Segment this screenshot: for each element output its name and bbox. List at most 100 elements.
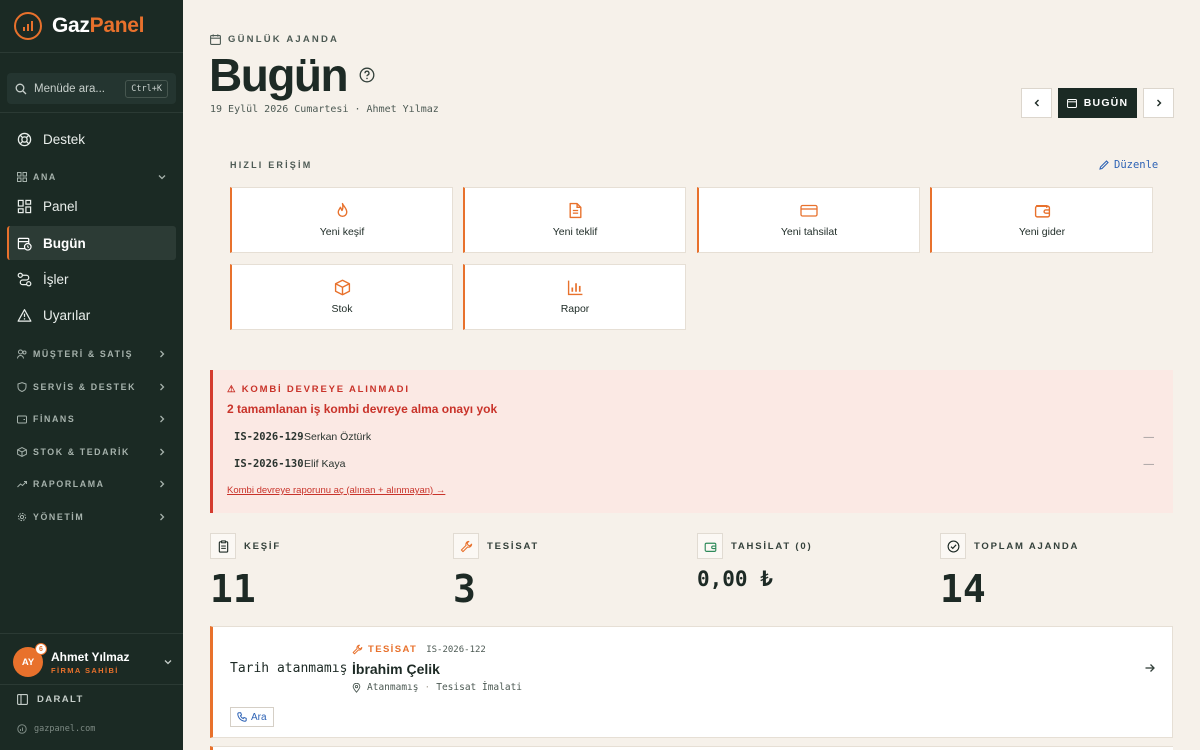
section-label: YÖNETİM [33, 512, 85, 522]
page-title-text: Bugün [209, 49, 349, 101]
row-value: — [1143, 458, 1155, 470]
job-code: IS-2026-129 [234, 431, 304, 443]
eyebrow-text: GÜNLÜK AJANDA [228, 34, 340, 45]
sidebar-section-main[interactable]: ANA [17, 172, 167, 182]
stat-total-agenda: TOPLAM AJANDA 14 [940, 533, 1079, 611]
alert-row[interactable]: IS-2026-130 Elif Kaya — [234, 458, 1154, 470]
quick-report[interactable]: Rapor [463, 264, 686, 330]
stat-label: TAHSİLAT (0) [731, 540, 813, 552]
calendar-clock-icon [17, 237, 32, 251]
edit-quick-access-link[interactable]: Düzenle [1099, 159, 1158, 171]
quick-new-quote[interactable]: Yeni teklif [463, 187, 686, 253]
previous-day-button[interactable] [1021, 88, 1052, 118]
sidebar-item-label: Panel [43, 198, 78, 214]
users-icon [17, 349, 27, 359]
stat-value: 3 [453, 567, 476, 611]
help-icon[interactable] [359, 67, 375, 83]
stat-label: KEŞİF [244, 540, 281, 552]
credit-card-icon [800, 204, 818, 217]
combi-report-link[interactable]: Kombi devreye raporunu aç (alınan + alın… [227, 485, 445, 496]
search-input[interactable]: Menüde ara... [34, 83, 118, 95]
today-button[interactable]: BUGÜN [1058, 88, 1137, 118]
avatar-initials: AY [21, 656, 35, 668]
sidebar-item-support[interactable]: Destek [7, 122, 176, 156]
quick-access-heading: HIZLI ERİŞİM [230, 160, 313, 170]
sidebar-item-alerts[interactable]: Uyarılar [7, 298, 176, 332]
sidebar: GazPanel Menüde ara... Ctrl+K Destek ANA… [0, 0, 183, 750]
wrench-icon [352, 644, 363, 655]
stat-value: 14 [940, 567, 986, 611]
edit-label: Düzenle [1114, 159, 1159, 171]
agenda-item-card-partial[interactable] [210, 746, 1173, 750]
agenda-job-id: IS-2026-122 [426, 644, 486, 655]
section-label: STOK & TEDARİK [33, 447, 131, 457]
agenda-item-card[interactable]: Tarih atanmamış TESİSAT IS-2026-122 İbra… [210, 626, 1173, 738]
sidebar-section-management[interactable]: YÖNETİM [17, 512, 167, 522]
tile-label: Yeni gider [1018, 226, 1066, 238]
user-menu[interactable]: AY 6 Ahmet Yılmaz FİRMA SAHİBİ [13, 643, 173, 677]
grid-icon [17, 172, 27, 182]
wallet-icon [17, 415, 27, 424]
main-content: GÜNLÜK AJANDA Bugün 19 Eylül 2026 Cumart… [183, 0, 1200, 750]
grid-icon [17, 199, 32, 213]
section-label: RAPORLAMA [33, 479, 105, 489]
package-icon [334, 279, 350, 296]
quick-new-collection[interactable]: Yeni tahsilat [697, 187, 920, 253]
quick-stock[interactable]: Stok [230, 264, 453, 330]
alert-message: 2 tamamlanan iş kombi devreye alma onayı… [227, 402, 498, 416]
quick-new-survey[interactable]: Yeni keşif [230, 187, 453, 253]
shield-icon [17, 382, 27, 392]
section-label: MÜŞTERİ & SATIŞ [33, 349, 134, 359]
agenda-status: Atanmamış [367, 682, 419, 693]
sidebar-divider [0, 684, 183, 685]
combi-alert-panel: ⚠ KOMBİ DEVREYE ALINMADI 2 tamamlanan iş… [210, 370, 1173, 513]
brand-name-b: Panel [89, 14, 145, 37]
sidebar-section-finance[interactable]: FİNANS [17, 414, 167, 424]
stat-installation: TESİSAT 3 [453, 533, 539, 611]
collapse-sidebar-button[interactable]: DARALT [17, 694, 84, 705]
sidebar-item-label: Bugün [43, 235, 86, 251]
sidebar-section-stock[interactable]: STOK & TEDARİK [17, 447, 167, 457]
quick-new-expense[interactable]: Yeni gider [930, 187, 1153, 253]
domain-footer: gazpanel.com [17, 724, 95, 734]
domain-text: gazpanel.com [34, 724, 96, 734]
sidebar-section-service[interactable]: SERVİS & DESTEK [17, 382, 167, 392]
chevron-down-icon [158, 175, 166, 180]
stat-collection: TAHSİLAT (0) 0,00 ₺ [697, 533, 812, 591]
calendar-icon [210, 34, 221, 45]
tile-label: Yeni keşif [319, 226, 365, 238]
arrow-right-icon [1145, 664, 1155, 672]
call-button[interactable]: Ara [230, 707, 274, 727]
sidebar-section-customers[interactable]: MÜŞTERİ & SATIŞ [17, 349, 167, 359]
chevron-right-icon [160, 383, 165, 391]
sidebar-divider [0, 112, 183, 113]
chevron-right-icon [160, 480, 165, 488]
menu-search[interactable]: Menüde ara... Ctrl+K [7, 73, 176, 104]
search-icon [15, 83, 27, 94]
agenda-meta: Atanmamış · Tesisat İmalati [352, 682, 522, 693]
open-item-button[interactable] [1144, 661, 1156, 679]
sidebar-item-jobs[interactable]: İşler [7, 262, 176, 296]
next-day-button[interactable] [1143, 88, 1174, 118]
alert-row[interactable]: IS-2026-129 Serkan Öztürk — [234, 431, 1154, 443]
stat-survey: KEŞİF 11 [210, 533, 281, 611]
bar-chart-icon [567, 280, 582, 296]
brand-name-a: Gaz [52, 14, 90, 37]
sidebar-item-panel[interactable]: Panel [7, 189, 176, 223]
brand-logo[interactable]: GazPanel [14, 12, 144, 40]
today-button-label: BUGÜN [1083, 97, 1129, 109]
sidebar-item-today[interactable]: Bugün [7, 226, 176, 260]
section-label: SERVİS & DESTEK [33, 382, 137, 392]
sidebar-section-reports[interactable]: RAPORLAMA [17, 479, 167, 489]
pencil-icon [1099, 160, 1109, 170]
lifebuoy-icon [17, 132, 32, 146]
chevron-left-icon [1034, 99, 1039, 107]
agenda-date: Tarih atanmamış [230, 661, 348, 676]
box-icon [17, 447, 27, 457]
sidebar-collapse-icon [17, 694, 28, 705]
avatar: AY 6 [13, 643, 47, 677]
wallet-icon [697, 533, 723, 559]
phone-icon [237, 712, 247, 722]
stat-label: TOPLAM AJANDA [974, 540, 1080, 552]
logo-icon [14, 12, 42, 40]
